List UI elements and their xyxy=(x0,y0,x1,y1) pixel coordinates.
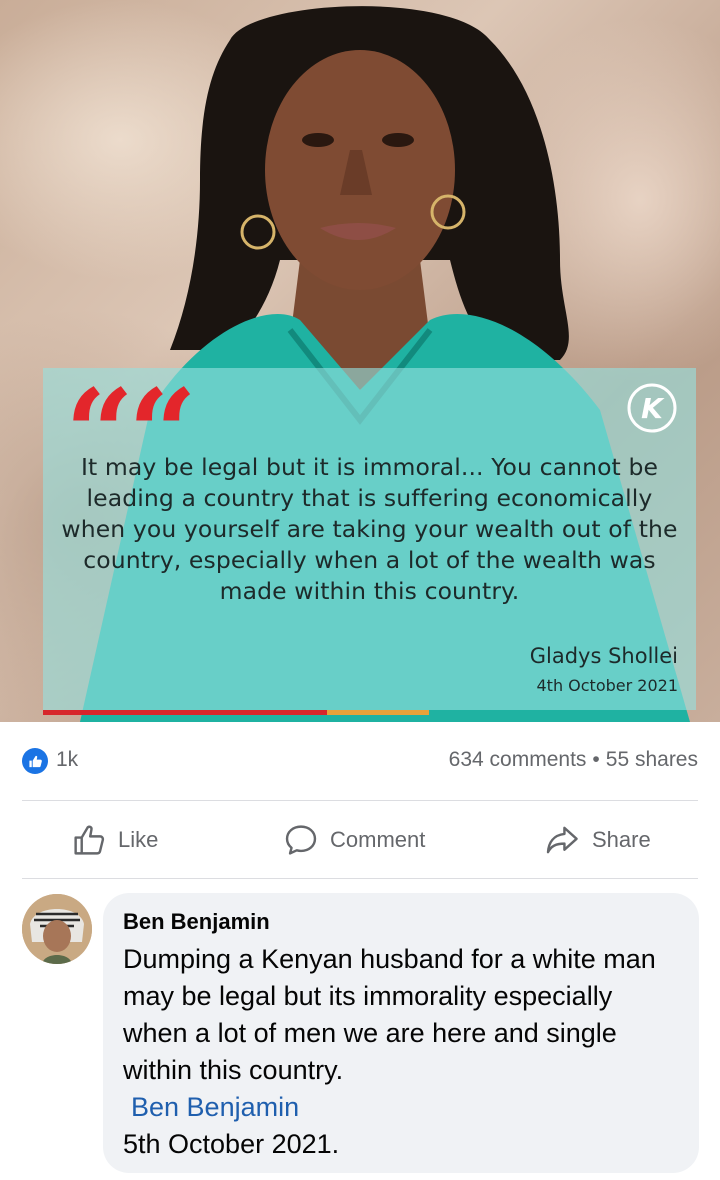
comment-button[interactable]: Comment xyxy=(284,822,425,858)
share-button[interactable]: Share xyxy=(544,822,651,858)
divider xyxy=(22,878,698,879)
avatar[interactable] xyxy=(22,894,92,964)
speech-bubble-icon xyxy=(285,825,317,855)
comment-signature: Ben Benjamin xyxy=(131,1092,300,1122)
thumbs-up-icon[interactable] xyxy=(22,748,48,774)
comment-bubble: Ben Benjamin Dumping a Kenyan husband fo… xyxy=(103,893,699,1173)
thumbs-up-outline-icon xyxy=(74,825,105,855)
comment-date: 5th October 2021. xyxy=(123,1129,340,1159)
share-count[interactable]: 55 shares xyxy=(606,748,698,771)
post-stats: 1k 634 comments • 55 shares xyxy=(0,740,720,784)
k-logo-letter: K xyxy=(641,392,665,425)
quote-author: Gladys Shollei xyxy=(529,644,678,668)
post-actions: Like Comment Share xyxy=(0,802,720,878)
comment-share-counts: 634 comments • 55 shares xyxy=(449,748,698,772)
comment-count[interactable]: 634 comments xyxy=(449,748,587,771)
share-label: Share xyxy=(592,827,651,852)
quote-text: It may be legal but it is immoral... You… xyxy=(61,453,678,605)
like-button[interactable]: Like xyxy=(72,822,158,858)
quote-card: ““ K It may be legal but it is immoral..… xyxy=(43,368,696,710)
quote-date: 4th October 2021 xyxy=(536,676,678,695)
share-arrow-icon xyxy=(546,826,578,854)
card-accent-bar xyxy=(43,710,429,715)
separator-dot: • xyxy=(592,748,600,771)
divider xyxy=(22,800,698,801)
like-count[interactable]: 1k xyxy=(56,748,78,772)
like-label: Like xyxy=(118,827,159,852)
comment-text: Dumping a Kenyan husband for a white man… xyxy=(123,944,656,1085)
k-logo-icon: K xyxy=(627,383,677,433)
comment-author[interactable]: Ben Benjamin xyxy=(123,907,679,937)
comment-label: Comment xyxy=(330,827,426,852)
post-image[interactable]: ““ K It may be legal but it is immoral..… xyxy=(0,0,720,722)
